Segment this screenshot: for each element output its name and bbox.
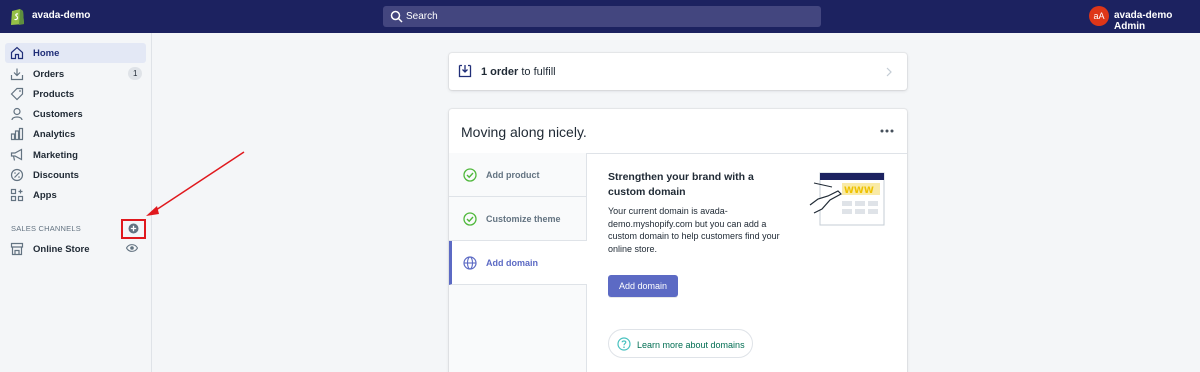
search-icon xyxy=(390,10,403,23)
sidebar-item-label: Discounts xyxy=(33,170,79,181)
person-icon xyxy=(11,107,23,121)
sidebar-item-products[interactable]: Products xyxy=(5,84,146,104)
orders-icon xyxy=(10,68,24,81)
shopify-logo[interactable] xyxy=(9,7,25,26)
sidebar-item-online-store[interactable]: Online Store xyxy=(5,239,146,259)
domain-panel-title: Strengthen your brand with a custom doma… xyxy=(608,171,754,198)
orders-to-fulfill-text: 1 order to fulfill xyxy=(481,66,556,78)
sidebar-item-discounts[interactable]: Discounts xyxy=(5,165,146,185)
apps-icon xyxy=(10,188,24,202)
sidebar-item-label: Marketing xyxy=(33,150,78,161)
step-add-domain[interactable]: Add domain xyxy=(449,241,587,285)
setup-guide-card: Moving along nicely. Add product Customi… xyxy=(449,109,907,372)
fulfill-label: to fulfill xyxy=(518,66,556,78)
sidebar-item-label: Products xyxy=(33,89,75,100)
domain-illustration: WWW xyxy=(809,172,885,226)
inbox-download-icon xyxy=(458,64,472,78)
discount-icon xyxy=(10,168,24,182)
learn-more-label: Learn more about domains xyxy=(637,340,745,350)
learn-more-domains-button[interactable]: Learn more about domains xyxy=(608,329,753,358)
bar-chart-icon xyxy=(10,127,24,141)
step-label: Add product xyxy=(486,170,540,180)
check-circle-icon xyxy=(463,212,477,226)
sidebar: Home Orders 1 Products Customers Analyti… xyxy=(0,33,152,372)
domain-panel-description: Your current domain is avada-demo.myshop… xyxy=(608,206,780,254)
setup-guide-title: Moving along nicely. xyxy=(461,124,587,140)
check-circle-icon xyxy=(463,168,477,182)
user-name[interactable]: avada-demo Admin xyxy=(1114,10,1200,32)
sidebar-item-label: Online Store xyxy=(33,244,90,255)
sidebar-item-home[interactable]: Home xyxy=(5,43,146,63)
illustration-text: WWW xyxy=(844,186,874,196)
setup-steps-list: Add product Customize theme Add domain xyxy=(449,153,587,372)
avatar[interactable]: aA xyxy=(1089,6,1109,26)
sidebar-item-label: Customers xyxy=(33,109,83,120)
sidebar-item-orders[interactable]: Orders 1 xyxy=(5,64,146,84)
sidebar-item-label: Orders xyxy=(33,69,65,80)
step-label: Customize theme xyxy=(486,214,561,224)
search-placeholder: Search xyxy=(406,11,438,22)
store-name[interactable]: avada-demo xyxy=(32,10,90,21)
sidebar-item-label: Analytics xyxy=(33,129,76,140)
question-circle-icon xyxy=(617,337,631,351)
order-count: 1 order xyxy=(481,66,519,78)
more-actions-icon[interactable] xyxy=(880,129,894,133)
step-add-product[interactable]: Add product xyxy=(449,153,587,197)
top-bar: avada-demo Search aA avada-demo Admin xyxy=(0,0,1200,33)
tag-icon xyxy=(10,87,24,101)
megaphone-icon xyxy=(10,148,23,161)
eye-icon[interactable] xyxy=(126,243,138,253)
store-icon xyxy=(10,242,24,256)
home-icon xyxy=(10,46,24,60)
globe-icon xyxy=(463,256,477,270)
step-customize-theme[interactable]: Customize theme xyxy=(449,197,587,241)
plus-circle-icon xyxy=(128,223,139,234)
step-label: Add domain xyxy=(486,258,538,268)
sidebar-item-label: Home xyxy=(33,48,60,59)
add-domain-button[interactable]: Add domain xyxy=(608,275,678,297)
orders-to-fulfill-card[interactable]: 1 order to fulfill xyxy=(449,53,907,90)
sidebar-item-apps[interactable]: Apps xyxy=(5,185,146,205)
sales-channels-heading: SALES CHANNELS xyxy=(11,224,81,233)
sidebar-item-label: Apps xyxy=(33,190,57,201)
sidebar-item-marketing[interactable]: Marketing xyxy=(5,145,146,165)
search-input[interactable]: Search xyxy=(383,6,821,27)
orders-count-badge: 1 xyxy=(128,67,143,80)
sidebar-item-analytics[interactable]: Analytics xyxy=(5,124,146,144)
add-sales-channel-button[interactable] xyxy=(121,219,146,239)
chevron-right-icon xyxy=(886,67,892,77)
sidebar-item-customers[interactable]: Customers xyxy=(5,104,146,124)
